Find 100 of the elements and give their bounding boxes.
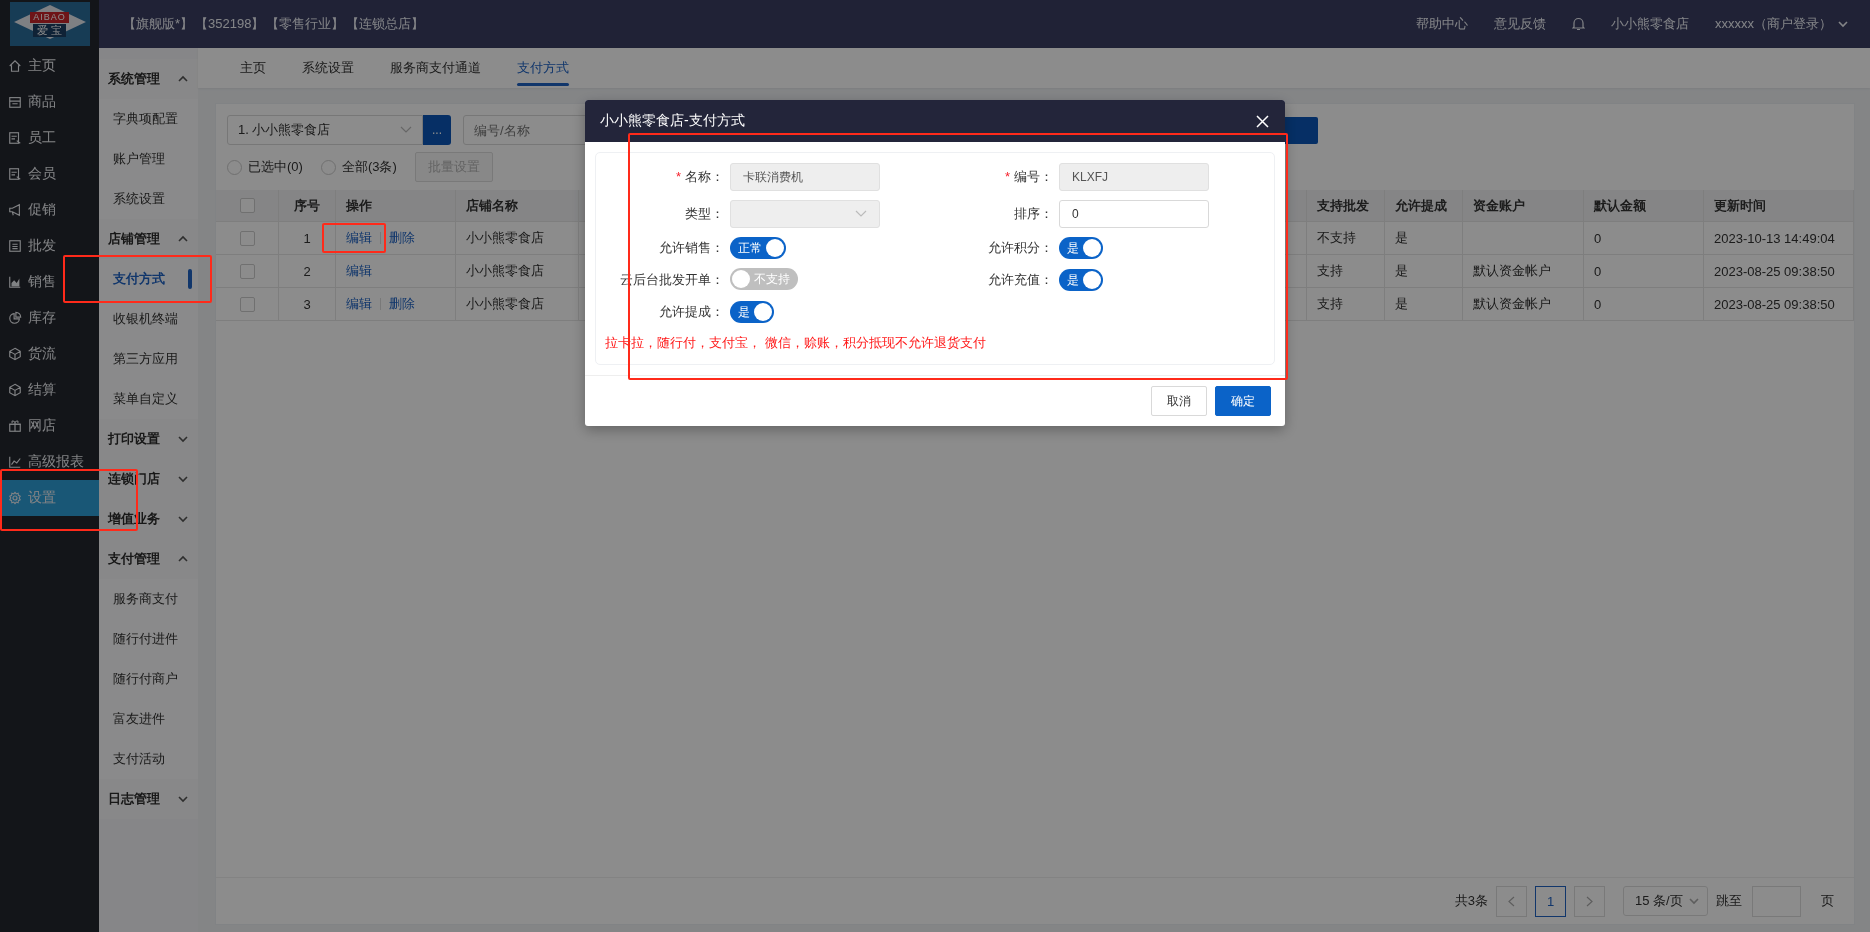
- table-cell: 0: [1584, 255, 1704, 288]
- input-field[interactable]: 0: [1059, 200, 1209, 228]
- cube-icon: [8, 347, 22, 361]
- field-label: 类型：: [685, 206, 724, 221]
- toggle-switch[interactable]: 是: [730, 301, 774, 323]
- column-header: 资金账户: [1463, 190, 1584, 222]
- logo: AIBAO 爱 宝: [9, 2, 90, 46]
- store-name[interactable]: 小小熊零食店: [1611, 15, 1689, 33]
- bar-chart-icon: [8, 275, 22, 289]
- tab[interactable]: 主页: [222, 48, 284, 88]
- pie-chart-icon: [8, 311, 22, 325]
- menu-item[interactable]: 系统设置: [99, 179, 198, 219]
- nav-item[interactable]: 主页: [0, 48, 99, 84]
- toggle-switch[interactable]: 正常: [730, 237, 786, 259]
- header-link[interactable]: 帮助中心: [1416, 15, 1468, 33]
- store-select[interactable]: 1. 小小熊零食店: [227, 115, 423, 145]
- action-link[interactable]: 编辑: [346, 295, 372, 313]
- radio-label: 已选中(0): [248, 158, 303, 176]
- tab[interactable]: 服务商支付通道: [372, 48, 499, 88]
- menu-item[interactable]: 随行付进件: [99, 619, 198, 659]
- toggle-switch[interactable]: 是: [1059, 237, 1103, 259]
- nav-item[interactable]: 批发: [0, 228, 99, 264]
- chevron-down-icon: [178, 474, 188, 484]
- column-header: 更新时间: [1704, 190, 1854, 222]
- menu-item[interactable]: 随行付商户: [99, 659, 198, 699]
- id-card-icon: [8, 131, 22, 145]
- table-cell: 小小熊零食店: [456, 222, 579, 255]
- nav-item[interactable]: 网店: [0, 408, 99, 444]
- menu-item[interactable]: 收银机终端: [99, 299, 198, 339]
- page-size-select[interactable]: 15 条/页: [1623, 886, 1708, 916]
- nav-item[interactable]: 库存: [0, 300, 99, 336]
- menu-item[interactable]: 字典项配置: [99, 99, 198, 139]
- table-cell: 支持: [1307, 255, 1385, 288]
- more-button[interactable]: ...: [423, 115, 451, 145]
- next-page-button[interactable]: [1574, 885, 1605, 917]
- tab[interactable]: 系统设置: [284, 48, 372, 88]
- prev-page-button[interactable]: [1496, 885, 1527, 917]
- column-header: 默认金额: [1584, 190, 1704, 222]
- column-header: 序号: [279, 190, 336, 222]
- menu-item[interactable]: 富友进件: [99, 699, 198, 739]
- tab[interactable]: 支付方式: [499, 48, 587, 88]
- table-cell: 小小熊零食店: [456, 255, 579, 288]
- table-cell: 0: [1584, 288, 1704, 321]
- list-icon: [8, 239, 22, 253]
- nav-item[interactable]: 结算: [0, 372, 99, 408]
- cube-icon: [8, 383, 22, 397]
- table-cell: 1: [279, 222, 336, 255]
- megaphone-icon: [8, 203, 22, 217]
- header-tag: 【352198】: [195, 15, 265, 33]
- table-cell: 2023-08-25 09:38:50: [1704, 288, 1854, 321]
- field-label: 排序：: [1014, 206, 1053, 221]
- nav-item[interactable]: 商品: [0, 84, 99, 120]
- chevron-down-icon: [178, 434, 188, 444]
- action-link[interactable]: 删除: [389, 229, 415, 247]
- required-mark: *: [675, 169, 681, 184]
- field-label: 编号：: [1014, 169, 1053, 184]
- chevron-left-icon: [1508, 895, 1515, 907]
- nav-item[interactable]: 高级报表: [0, 444, 99, 480]
- nav-item[interactable]: 货流: [0, 336, 99, 372]
- menu-item[interactable]: 支付方式: [99, 259, 198, 299]
- checkbox[interactable]: [239, 263, 255, 279]
- column-header: 店铺名称: [456, 190, 579, 222]
- line-chart-icon: [8, 455, 22, 469]
- menu-item[interactable]: 第三方应用: [99, 339, 198, 379]
- bell-icon[interactable]: [1572, 17, 1585, 31]
- table-cell: 是: [1385, 288, 1463, 321]
- nav-item[interactable]: 员工: [0, 120, 99, 156]
- cancel-button[interactable]: 取消: [1151, 386, 1207, 416]
- menu-item[interactable]: 账户管理: [99, 139, 198, 179]
- table-cell: 默认资金帐户: [1463, 288, 1584, 321]
- header-link[interactable]: 意见反馈: [1494, 15, 1546, 33]
- home-icon: [8, 59, 22, 73]
- page-suffix: 页: [1821, 892, 1834, 910]
- table-cell: 不支持: [1307, 222, 1385, 255]
- menu-item[interactable]: 服务商支付: [99, 579, 198, 619]
- nav-item[interactable]: 会员: [0, 156, 99, 192]
- shop-icon: [8, 95, 22, 109]
- header-tag: 【旗舰版*】: [123, 15, 194, 33]
- action-link[interactable]: 编辑: [346, 229, 372, 247]
- action-link[interactable]: 删除: [389, 295, 415, 313]
- checkbox[interactable]: [239, 296, 255, 312]
- nav-item[interactable]: 销售: [0, 264, 99, 300]
- highlight-frame: [322, 223, 386, 253]
- menu-item[interactable]: 支付活动: [99, 739, 198, 779]
- nav-item[interactable]: 促销: [0, 192, 99, 228]
- menu-item[interactable]: 菜单自定义: [99, 379, 198, 419]
- header-tag: 【连锁总店】: [346, 15, 425, 33]
- checkbox[interactable]: [239, 230, 255, 246]
- confirm-button[interactable]: 确定: [1215, 386, 1271, 416]
- table-cell: 3: [279, 288, 336, 321]
- action-link[interactable]: 编辑: [346, 262, 372, 280]
- page-button[interactable]: 1: [1535, 885, 1566, 917]
- toggle-switch[interactable]: 是: [1059, 269, 1103, 291]
- table-cell: 0: [1584, 222, 1704, 255]
- chevron-down-icon: [400, 126, 412, 134]
- table-cell: 2023-08-25 09:38:50: [1704, 255, 1854, 288]
- checkbox[interactable]: [239, 198, 255, 213]
- table-cell: 小小熊零食店: [456, 288, 579, 321]
- close-icon[interactable]: [1256, 114, 1269, 128]
- user-menu[interactable]: xxxxxx（商户登录）: [1715, 15, 1832, 33]
